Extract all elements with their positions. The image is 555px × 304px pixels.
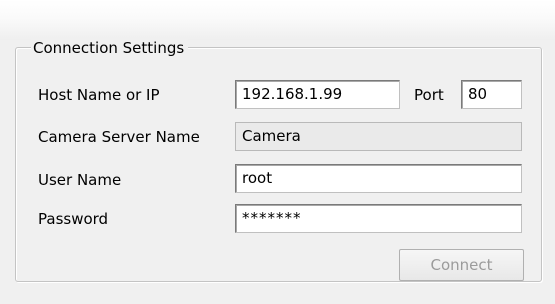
connection-settings-title: Connection Settings	[31, 39, 189, 57]
password-label: Password	[38, 210, 109, 228]
port-input[interactable]: 80	[461, 80, 522, 109]
host-label: Host Name or IP	[38, 86, 160, 104]
user-name-input[interactable]: root	[235, 164, 522, 193]
camera-server-name-label: Camera Server Name	[38, 128, 200, 146]
window-top-band	[0, 0, 555, 40]
camera-server-name-field: Camera	[235, 122, 522, 151]
port-label: Port	[414, 86, 444, 104]
host-input[interactable]: 192.168.1.99	[235, 80, 400, 109]
user-name-label: User Name	[38, 171, 122, 189]
password-input[interactable]: *******	[235, 204, 522, 233]
connect-button[interactable]: Connect	[399, 249, 524, 281]
